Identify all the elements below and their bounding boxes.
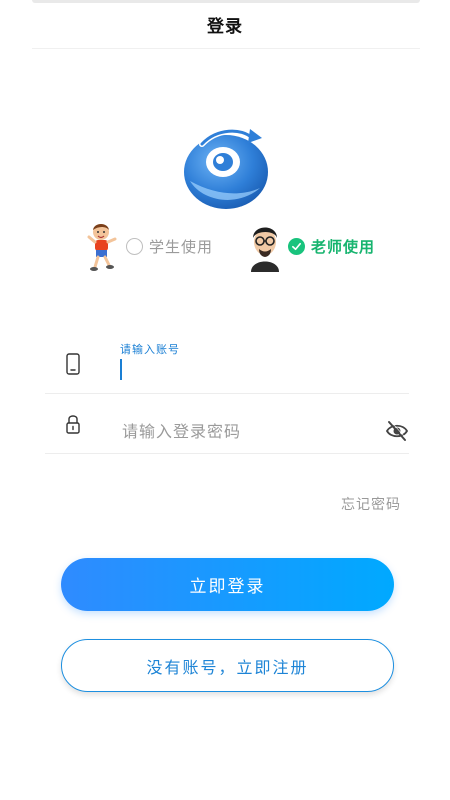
account-floating-label: 请输入账号 xyxy=(120,343,180,356)
header-divider xyxy=(32,48,420,49)
lock-icon xyxy=(66,415,80,434)
app-logo xyxy=(184,128,268,209)
phone-icon xyxy=(66,353,80,375)
teacher-avatar xyxy=(251,227,279,272)
student-radio[interactable] xyxy=(126,237,143,255)
teacher-radio[interactable] xyxy=(288,237,305,255)
password-field xyxy=(45,393,409,454)
role-selector: 学生使用 老师使用 xyxy=(0,220,450,272)
header: 登录 xyxy=(0,0,450,48)
text-caret xyxy=(120,359,122,380)
student-role-label: 学生使用 xyxy=(149,237,214,256)
page-title: 登录 xyxy=(207,16,243,37)
register-button[interactable]: 没有账号，立即注册 xyxy=(61,639,394,692)
account-input[interactable] xyxy=(123,357,387,385)
student-avatar xyxy=(87,224,117,271)
eye-off-icon[interactable] xyxy=(385,420,409,442)
password-input[interactable] xyxy=(120,417,374,445)
login-button[interactable]: 立即登录 xyxy=(61,558,394,611)
account-field: 请输入账号 xyxy=(45,333,409,394)
teacher-role-option[interactable]: 老师使用 xyxy=(248,220,375,272)
check-icon xyxy=(292,242,301,250)
student-role-option[interactable]: 学生使用 xyxy=(86,220,213,272)
teacher-role-label: 老师使用 xyxy=(311,237,376,256)
forgot-password-link[interactable]: 忘记密码 xyxy=(341,494,401,514)
